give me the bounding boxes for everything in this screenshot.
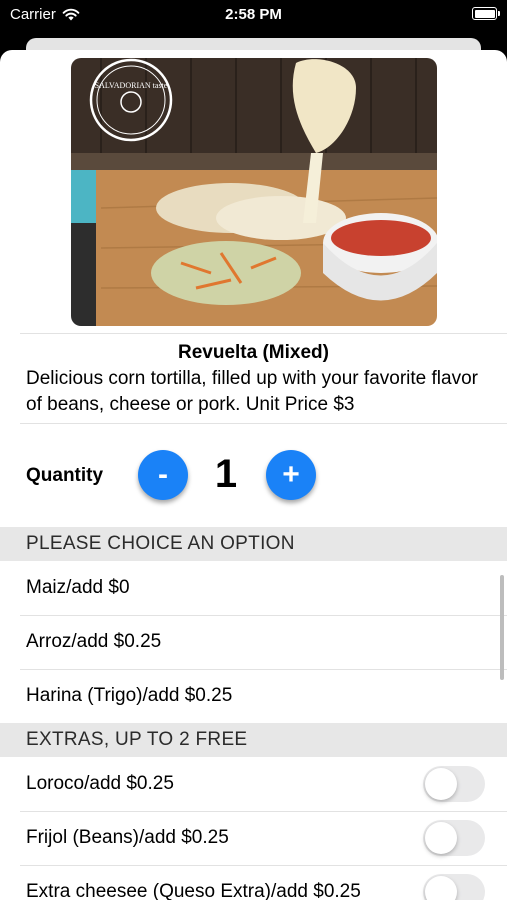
product-title: Revuelta (Mixed) [178, 342, 329, 363]
divider [20, 423, 507, 424]
divider [20, 333, 507, 334]
pupusa-photo-illustration: SALVADORIAN taste [71, 58, 437, 326]
extra-label: Loroco/add $0.25 [26, 773, 174, 794]
clock: 2:58 PM [225, 6, 282, 23]
increase-quantity-button[interactable]: + [266, 450, 316, 500]
status-bar: Carrier 2:58 PM [0, 0, 507, 30]
quantity-value: 1 [214, 452, 238, 496]
extra-row-loroco[interactable]: Loroco/add $0.25 [0, 757, 507, 811]
extra-toggle-frijol[interactable] [423, 820, 485, 856]
options-section-header: PLEASE CHOICE AN OPTION [0, 527, 507, 561]
option-row-maiz[interactable]: Maiz/add $0 [0, 561, 507, 615]
product-image: SALVADORIAN taste [71, 58, 437, 326]
extra-row-queso[interactable]: Extra cheesee (Queso Extra)/add $0.25 [0, 865, 507, 900]
scrollbar[interactable] [500, 575, 504, 680]
extra-row-frijol[interactable]: Frijol (Beans)/add $0.25 [0, 811, 507, 865]
extra-toggle-queso[interactable] [423, 874, 485, 900]
extra-label: Extra cheesee (Queso Extra)/add $0.25 [26, 881, 361, 900]
product-detail-sheet[interactable]: SALVADORIAN taste Revuelta (Mixed) Delic… [0, 50, 507, 900]
option-row-arroz[interactable]: Arroz/add $0.25 [0, 615, 507, 669]
decrease-quantity-button[interactable]: - [138, 450, 188, 500]
extras-section-header: EXTRAS, UP TO 2 FREE [0, 723, 507, 757]
product-description: Delicious corn tortilla, filled up with … [26, 368, 478, 415]
option-row-harina[interactable]: Harina (Trigo)/add $0.25 [0, 669, 507, 723]
extra-toggle-loroco[interactable] [423, 766, 485, 802]
logo-text: SALVADORIAN taste [95, 81, 168, 90]
battery-icon [472, 7, 500, 20]
quantity-label: Quantity [26, 465, 104, 486]
extra-label: Frijol (Beans)/add $0.25 [26, 827, 229, 848]
